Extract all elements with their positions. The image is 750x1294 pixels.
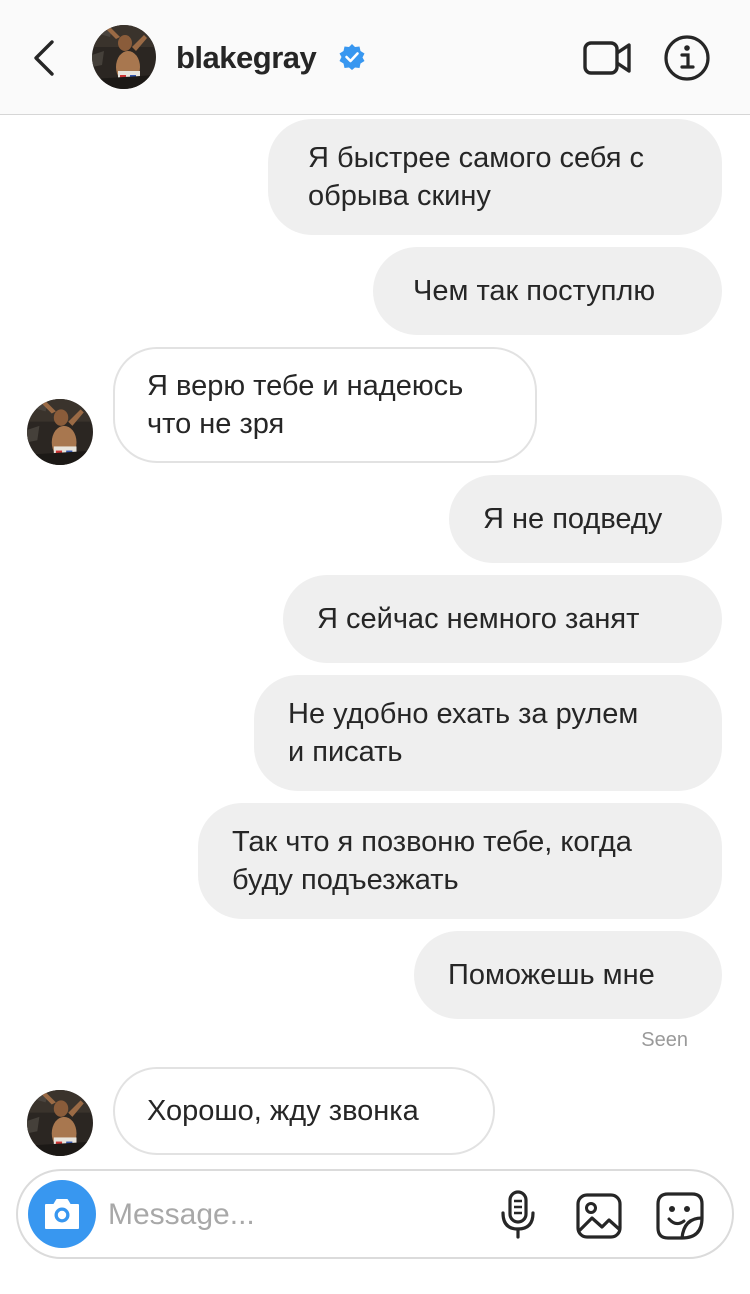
microphone-icon (501, 1190, 535, 1239)
message-text: Я сейчас немного занят (317, 603, 640, 635)
avatar[interactable] (27, 399, 93, 465)
message-text: Так что я позвоню тебе, когда буду подъе… (232, 826, 632, 896)
info-icon (664, 35, 710, 81)
avatar[interactable] (27, 1090, 93, 1156)
message-bubble-outgoing[interactable]: Я сейчас немного занят (283, 575, 722, 663)
info-button[interactable] (663, 34, 711, 82)
message-text: Чем так поступлю (413, 275, 656, 307)
message-bubble-outgoing[interactable]: Поможешь мне (414, 931, 722, 1019)
gallery-icon (576, 1193, 622, 1239)
camera-button[interactable] (28, 1180, 96, 1248)
chevron-left-icon (34, 40, 54, 76)
message-text: Я быстрее самого себя с обрыва скину (308, 142, 645, 212)
message-text: Я не подведу (483, 503, 663, 535)
camera-icon (45, 1199, 79, 1229)
message-bubble-outgoing[interactable]: Я быстрее самого себя с обрыва скину (268, 119, 722, 235)
voice-message-button[interactable] (496, 1189, 540, 1241)
avatar[interactable] (92, 25, 156, 89)
sticker-button[interactable] (654, 1190, 706, 1242)
username[interactable]: blakegray (176, 38, 317, 78)
back-button[interactable] (28, 36, 62, 80)
message-text: Хорошо, жду звонка (147, 1095, 419, 1127)
message-bubble-incoming[interactable]: Хорошо, жду звонка (113, 1067, 495, 1155)
message-text: Не удобно ехать за рулем и писать (288, 698, 639, 768)
verified-badge-icon (339, 44, 365, 70)
message-composer (16, 1169, 734, 1259)
message-text: Поможешь мне (448, 959, 655, 991)
sticker-icon (656, 1192, 704, 1240)
video-camera-icon (583, 41, 631, 75)
message-bubble-outgoing[interactable]: Не удобно ехать за рулем и писать (254, 675, 722, 791)
message-bubble-outgoing[interactable]: Я не подведу (449, 475, 722, 563)
message-bubble-outgoing[interactable]: Так что я позвоню тебе, когда буду подъе… (198, 803, 722, 919)
chat-header: blakegray (0, 0, 750, 115)
message-bubble-incoming[interactable]: Я верю тебе и надеюсь что не зря (113, 347, 537, 463)
video-call-button[interactable] (582, 36, 634, 80)
seen-indicator: Seen (641, 1029, 688, 1051)
message-bubble-outgoing[interactable]: Чем так поступлю (373, 247, 722, 335)
gallery-button[interactable] (574, 1191, 624, 1241)
message-input[interactable] (108, 1193, 488, 1237)
message-text: Я верю тебе и надеюсь что не зря (147, 370, 464, 440)
